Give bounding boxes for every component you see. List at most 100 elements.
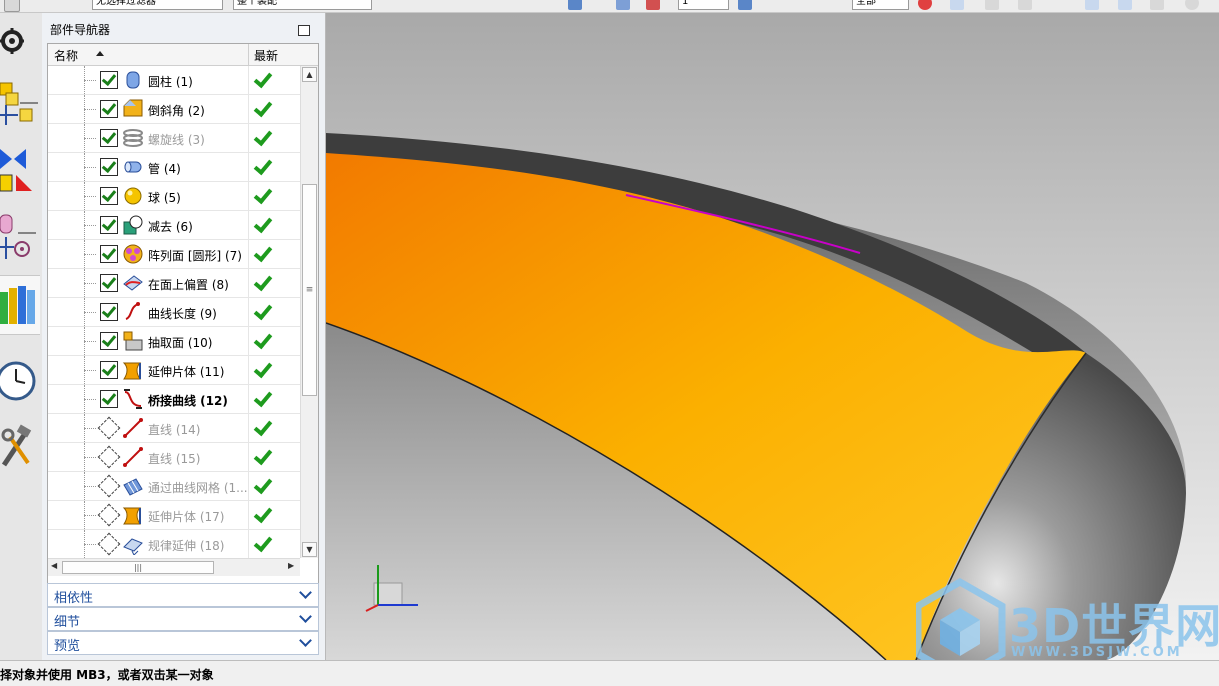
panel-title: 部件导航器 (50, 23, 111, 37)
tree-branch (84, 399, 96, 401)
tree-branch (84, 80, 96, 82)
feature-row[interactable]: 球 (5) (48, 182, 300, 211)
box-select-icon[interactable] (738, 0, 752, 10)
feature-row[interactable]: 直线 (15) (48, 443, 300, 472)
selection-filter-dropdown[interactable]: 无选择过滤器 (92, 0, 223, 10)
section-icon[interactable] (646, 0, 660, 10)
graphics-viewport[interactable] (326, 13, 1219, 660)
suppressed-feature-icon[interactable] (97, 445, 121, 469)
visibility-checkbox[interactable] (100, 129, 118, 147)
system-tools-icon[interactable] (0, 423, 40, 467)
feature-label: 通过曲线网格 (1... (148, 481, 248, 495)
offset-on-face-icon (122, 272, 144, 294)
scroll-right-button[interactable]: ▶ (288, 561, 294, 570)
feature-rows: 圆柱 (1) 倒斜角 (2) 螺旋线 (3) 管 (4) 球 (5) 减去 (6) 阵列面 … (48, 66, 300, 558)
tree-branch (84, 196, 96, 198)
feature-row[interactable]: 在面上偏置 (8) (48, 269, 300, 298)
visibility-checkbox[interactable] (100, 332, 118, 350)
scroll-left-button[interactable]: ◀ (51, 561, 57, 570)
section-dependencies[interactable]: 相依性 (47, 583, 319, 607)
feature-row[interactable]: 桥接曲线 (12) (48, 385, 300, 414)
horizontal-scroll-thumb[interactable]: ||| (62, 561, 214, 574)
feature-row[interactable]: 规律延伸 (18) (48, 530, 300, 558)
snap-point-icon[interactable] (918, 0, 932, 10)
suppressed-feature-icon[interactable] (97, 416, 121, 440)
feature-row[interactable]: 管 (4) (48, 153, 300, 182)
tree-branch (84, 515, 96, 517)
visibility-checkbox[interactable] (100, 187, 118, 205)
tree-branch (84, 283, 96, 285)
part-navigator-icon[interactable] (0, 211, 40, 259)
feature-row[interactable]: 减去 (6) (48, 211, 300, 240)
feature-row[interactable]: 螺旋线 (3) (48, 124, 300, 153)
visibility-checkbox[interactable] (100, 390, 118, 408)
section-details[interactable]: 细节 (47, 607, 319, 631)
scroll-thumb[interactable]: ≡ (302, 184, 317, 396)
horizontal-scrollbar[interactable]: ◀ ||| ▶ (48, 558, 300, 576)
extract-face-icon (122, 330, 144, 352)
count-field[interactable]: 1 (678, 0, 729, 10)
section-details-label: 细节 (54, 615, 81, 630)
suppressed-feature-icon[interactable] (97, 532, 121, 556)
feature-row[interactable]: 曲线长度 (9) (48, 298, 300, 327)
visibility-checkbox[interactable] (100, 100, 118, 118)
visibility-checkbox[interactable] (100, 303, 118, 321)
suppressed-feature-icon[interactable] (97, 474, 121, 498)
box-icon[interactable] (568, 0, 582, 10)
feature-label: 球 (5) (148, 191, 181, 205)
menu-icon[interactable] (4, 0, 20, 12)
model-render[interactable] (326, 13, 1219, 660)
tree-branch (84, 138, 96, 140)
feature-row[interactable]: 抽取面 (10) (48, 327, 300, 356)
visibility-checkbox[interactable] (100, 245, 118, 263)
clock-small-icon[interactable] (1185, 0, 1199, 10)
history-clock-icon[interactable] (0, 357, 40, 401)
feature-label: 螺旋线 (3) (148, 133, 205, 147)
up-to-date-check-icon (253, 188, 271, 204)
maximize-button[interactable] (298, 25, 310, 36)
up-to-date-check-icon (253, 362, 271, 378)
feature-row[interactable]: 圆柱 (1) (48, 66, 300, 95)
feature-label: 直线 (15) (148, 452, 201, 466)
column-name-header[interactable]: 名称 (54, 47, 78, 64)
curve-length-icon (122, 301, 144, 323)
snap-line-icon[interactable] (985, 0, 999, 10)
visibility-checkbox[interactable] (100, 274, 118, 292)
feature-row[interactable]: 阵列面 [圆形] (7) (48, 240, 300, 269)
visibility-checkbox[interactable] (100, 216, 118, 234)
reuse-library-icon[interactable] (0, 275, 40, 335)
feature-row[interactable]: 倒斜角 (2) (48, 95, 300, 124)
feature-row[interactable]: 延伸片体 (11) (48, 356, 300, 385)
snap-intersect-icon[interactable] (1118, 0, 1132, 10)
constraint-navigator-icon[interactable] (0, 145, 40, 192)
scroll-up-button[interactable]: ▲ (302, 67, 317, 82)
visibility-checkbox[interactable] (100, 361, 118, 379)
snap-control-icon[interactable] (1085, 0, 1099, 10)
up-to-date-check-icon (253, 507, 271, 523)
tube-icon (122, 156, 144, 178)
tree-branch (84, 341, 96, 343)
feature-row[interactable]: 直线 (14) (48, 414, 300, 443)
feature-row[interactable]: 延伸片体 (17) (48, 501, 300, 530)
assembly-navigator-icon[interactable] (0, 81, 40, 125)
snap-dropdown[interactable]: 全部 (852, 0, 909, 10)
visibility-checkbox[interactable] (100, 158, 118, 176)
sort-ascending-icon[interactable] (96, 51, 104, 56)
selection-scope-dropdown[interactable]: 整个装配 (233, 0, 372, 10)
tree-branch (84, 486, 96, 488)
visibility-checkbox[interactable] (100, 71, 118, 89)
section-preview-label: 预览 (54, 639, 81, 654)
vertical-scrollbar[interactable]: ▲ ≡ ▼ (300, 66, 318, 558)
tree-branch (84, 457, 96, 459)
snap-end-icon[interactable] (950, 0, 964, 10)
column-latest-header[interactable]: 最新 (254, 47, 278, 64)
suppressed-feature-icon[interactable] (97, 503, 121, 527)
column-divider[interactable] (248, 44, 249, 65)
feature-row[interactable]: 通过曲线网格 (1... (48, 472, 300, 501)
view-orient-icon[interactable] (616, 0, 630, 10)
gear-icon[interactable] (0, 21, 40, 63)
snap-mid-icon[interactable] (1018, 0, 1032, 10)
scroll-down-button[interactable]: ▼ (302, 542, 317, 557)
snap-center-icon[interactable] (1150, 0, 1164, 10)
section-preview[interactable]: 预览 (47, 631, 319, 655)
